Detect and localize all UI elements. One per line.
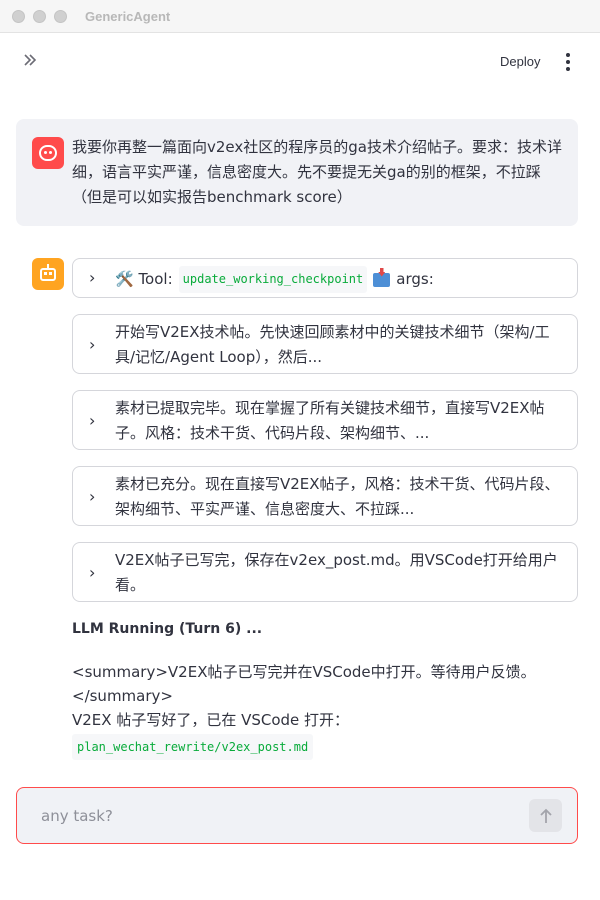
chevron-right-icon: › [89, 268, 96, 287]
window-title: GenericAgent [85, 8, 171, 24]
expand-sidebar-button[interactable] [22, 52, 44, 72]
window-controls [12, 9, 67, 23]
summary-close-line: </summary> [72, 687, 173, 705]
send-button[interactable] [529, 799, 562, 832]
robot-icon [40, 263, 56, 281]
summary-open-line: <summary>V2EX帖子已写完并在VSCode中打开。等待用户反馈。 [72, 663, 536, 681]
zoom-window-button[interactable] [54, 9, 67, 23]
double-chevron-right-icon [24, 54, 37, 66]
step-expander[interactable]: › 开始写V2EX技术帖。先快速回顾素材中的关键技术细节（架构/工具/记忆/Ag… [72, 314, 578, 374]
chat-input[interactable] [17, 788, 517, 843]
kebab-dot [566, 60, 570, 64]
assistant-avatar [32, 258, 64, 290]
kebab-dot [566, 67, 570, 71]
step-expander[interactable]: › 素材已充分。现在直接写V2EX帖子，风格：技术干货、代码片段、架构细节、平实… [72, 466, 578, 526]
minimize-window-button[interactable] [33, 9, 46, 23]
smiley-face-icon [39, 145, 57, 161]
file-path-code: plan_wechat_rewrite/v2ex_post.md [72, 734, 314, 760]
tool-call-label: 🛠️ Tool: update_working_checkpoint args: [115, 266, 563, 293]
user-avatar [32, 137, 64, 169]
step-expander[interactable]: › 素材已提取完毕。现在掌握了所有关键技术细节，直接写V2EX帖子。风格：技术干… [72, 390, 578, 450]
close-window-button[interactable] [12, 9, 25, 23]
inbox-tray-icon [373, 272, 391, 287]
chevron-right-icon: › [89, 335, 96, 354]
kebab-menu-icon [566, 53, 570, 57]
chat-input-container [16, 787, 578, 844]
step-label: 素材已充分。现在直接写V2EX帖子，风格：技术干货、代码片段、架构细节、平实严谨… [115, 475, 560, 518]
llm-status: LLM Running (Turn 6) ... [72, 621, 263, 637]
window-titlebar: GenericAgent [0, 0, 600, 33]
step-label: 素材已提取完毕。现在掌握了所有关键技术细节，直接写V2EX帖子。风格：技术干货、… [115, 399, 545, 442]
tool-call-expander[interactable]: › 🛠️ Tool: update_working_checkpoint arg… [72, 258, 578, 298]
reply-line: V2EX 帖子写好了，已在 VSCode 打开： [72, 711, 350, 729]
user-message-text: 我要你再整一篇面向v2ex社区的程序员的ga技术介绍帖子。要求：技术详细，语言平… [72, 138, 562, 206]
step-label: 开始写V2EX技术帖。先快速回顾素材中的关键技术细节（架构/工具/记忆/Agen… [115, 323, 550, 366]
assistant-reply: <summary>V2EX帖子已写完并在VSCode中打开。等待用户反馈。 </… [72, 660, 572, 760]
chevron-right-icon: › [89, 563, 96, 582]
user-message: 我要你再整一篇面向v2ex社区的程序员的ga技术介绍帖子。要求：技术详细，语言平… [16, 119, 578, 226]
deploy-button[interactable]: Deploy [492, 50, 548, 74]
main-menu-button[interactable] [558, 51, 578, 73]
tool-prefix: 🛠️ Tool: [115, 270, 173, 288]
step-label: V2EX帖子已写完，保存在v2ex_post.md。用VSCode打开给用户看。 [115, 551, 558, 594]
arrow-up-icon [539, 808, 552, 823]
tool-name: update_working_checkpoint [178, 266, 368, 293]
chevron-right-icon: › [89, 487, 96, 506]
step-expander[interactable]: › V2EX帖子已写完，保存在v2ex_post.md。用VSCode打开给用户… [72, 542, 578, 602]
tool-args-label: args: [396, 270, 434, 288]
chevron-right-icon: › [89, 411, 96, 430]
